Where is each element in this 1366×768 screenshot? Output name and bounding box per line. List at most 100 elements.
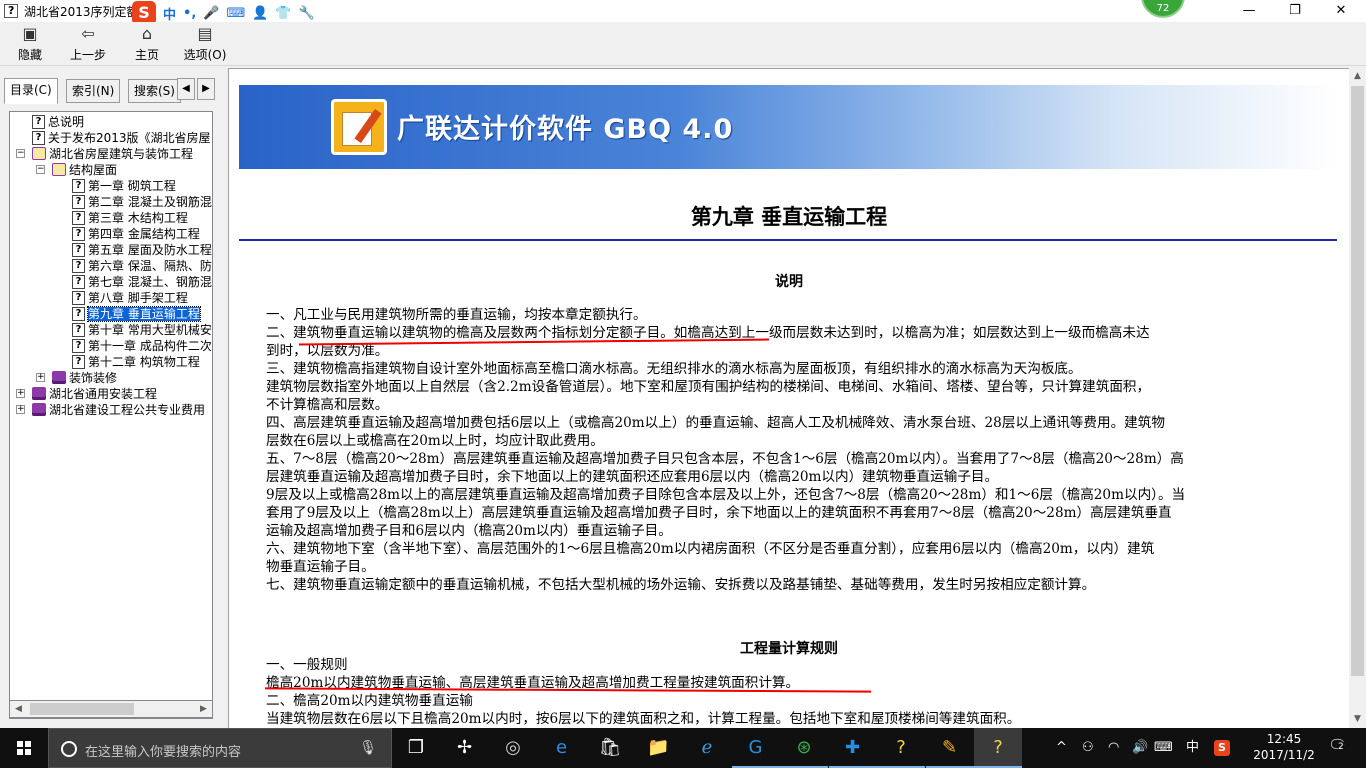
notes-icon[interactable]: ✎: [925, 728, 974, 768]
book-icon: [32, 387, 46, 400]
tree-item[interactable]: ? 总说明: [32, 114, 84, 130]
tree-item-label: 第五章 屋面及防水工程: [88, 243, 212, 257]
tree-item-label: 装饰装修: [69, 371, 118, 385]
notification-center-icon[interactable]: 🗨2: [1328, 736, 1347, 754]
wrench-icon[interactable]: 🔧: [299, 6, 315, 21]
tree-item[interactable]: ? 第九章 垂直运输工程: [72, 306, 201, 322]
keyboard-icon[interactable]: ⌨: [226, 6, 245, 21]
contents-tree[interactable]: ? 总说明? 关于发布2013版《湖北省房屋 − 湖北省房屋建筑与装饰工程 − 结构屋面? 第…: [9, 111, 213, 719]
tab-search[interactable]: 搜索(S): [128, 79, 181, 103]
minimize-button[interactable]: —: [1226, 0, 1272, 22]
hide-button[interactable]: ▣ 隐藏: [0, 24, 60, 63]
scrollbar-thumb[interactable]: [30, 703, 134, 715]
scrollbar-thumb[interactable]: [1351, 86, 1364, 676]
collapse-icon[interactable]: −: [36, 165, 45, 174]
tree-item[interactable]: ? 第十章 常用大型机械安: [72, 322, 212, 338]
edge-icon[interactable]: e: [538, 728, 586, 768]
fan-icon[interactable]: ✢: [441, 728, 489, 768]
navigation-pane: 目录(C) 索引(N) 搜索(S) ◀ ▶ ? 总说明? 关于发布2013版《湖北省…: [0, 68, 222, 726]
content-vertical-scrollbar[interactable]: ▲ ▼: [1349, 68, 1366, 728]
tree-item[interactable]: − 结构屋面: [36, 162, 117, 178]
tab-scroll-left-icon[interactable]: ◀: [177, 78, 195, 100]
tree-item[interactable]: ? 第一章 砌筑工程: [72, 178, 176, 194]
options-button[interactable]: ▤ 选项(O): [175, 24, 235, 63]
scroll-right-arrow-icon[interactable]: ▶: [195, 701, 212, 717]
expand-icon[interactable]: +: [16, 405, 25, 414]
clock[interactable]: 12:45 2017/11/2: [1244, 731, 1324, 763]
tree-item-label: 湖北省建设工程公共专业费用: [49, 403, 206, 417]
cortana-icon: [61, 741, 77, 757]
show-hidden-icons-icon[interactable]: ^: [1056, 728, 1067, 768]
help-app-icon: [4, 4, 18, 18]
plus-app-icon[interactable]: ✚: [828, 728, 877, 768]
tree-item[interactable]: ? 第十一章 成品构件二次: [72, 338, 212, 354]
tree-item[interactable]: − 湖北省房屋建筑与装饰工程: [16, 146, 193, 162]
taskbar-search[interactable]: 在这里输入你要搜索的内容 🎙: [48, 728, 392, 768]
tree-item[interactable]: + 湖北省建设工程公共专业费用: [16, 402, 206, 418]
tree-item[interactable]: + 湖北省通用安装工程: [16, 386, 157, 402]
tree-item[interactable]: + 装饰装修: [36, 370, 118, 386]
folder-icon[interactable]: 📁: [635, 728, 683, 768]
tree-item-label: 第六章 保温、隔热、防: [88, 259, 212, 273]
expand-icon[interactable]: +: [16, 389, 25, 398]
ime-mode[interactable]: 中: [163, 4, 176, 23]
open-book-icon: [32, 147, 46, 160]
ie-icon[interactable]: ℯ: [683, 728, 731, 768]
restore-button[interactable]: ❐: [1272, 0, 1318, 22]
tree-item-label: 第八章 脚手架工程: [88, 291, 188, 305]
tree-horizontal-scrollbar[interactable]: ◀ ▶: [9, 700, 213, 718]
help-page-icon: ?: [72, 323, 85, 337]
tree-item-label: 关于发布2013版《湖北省房屋: [48, 131, 211, 145]
tree-item[interactable]: ? 第三章 木结构工程: [72, 210, 188, 226]
start-button[interactable]: [0, 728, 48, 768]
help-active-icon[interactable]: ?: [974, 728, 1022, 768]
paragraph-7: 七、建筑物垂直运输定额中的垂直运输机械，不包括大型机械的场外运输、安拆费以及路基…: [266, 577, 1096, 593]
store-icon[interactable]: 🛍: [586, 728, 634, 768]
spiral-app-icon[interactable]: ◎: [489, 728, 537, 768]
expand-icon[interactable]: +: [36, 373, 45, 382]
sogou-tray-icon[interactable]: S: [1214, 740, 1230, 756]
microphone-icon[interactable]: 🎤: [203, 6, 219, 21]
collapse-icon[interactable]: −: [16, 149, 25, 158]
tree-item[interactable]: ? 第十二章 构筑物工程: [72, 354, 200, 370]
help-window: 湖北省2013序列定额 S 中 •, 🎤 ⌨ 👤 👕 🔧 72 — ❐ ✕ ▣ …: [0, 0, 1366, 728]
punctuation-icon[interactable]: •,: [183, 6, 196, 21]
tree-item[interactable]: ? 第二章 混凝土及钢筋混: [72, 194, 212, 210]
wifi-icon[interactable]: ◠: [1108, 728, 1119, 768]
help-page-icon: ?: [72, 227, 85, 241]
task-view-icon[interactable]: ❐: [392, 728, 440, 768]
tree-item[interactable]: ? 第四章 金属结构工程: [72, 226, 200, 242]
user-icon[interactable]: 👤: [252, 6, 268, 21]
book-icon: [32, 403, 46, 416]
microphone-icon[interactable]: 🎙: [359, 740, 377, 756]
home-button[interactable]: ⌂ 主页: [117, 24, 177, 63]
clock-time: 12:45: [1266, 732, 1302, 746]
help-icon[interactable]: ?: [877, 728, 925, 768]
help-page-icon: ?: [72, 275, 85, 289]
tab-contents[interactable]: 目录(C): [4, 78, 58, 104]
back-button[interactable]: ⇦ 上一步: [58, 24, 118, 63]
scroll-left-arrow-icon[interactable]: ◀: [10, 701, 27, 717]
scroll-up-arrow-icon[interactable]: ▲: [1349, 68, 1366, 85]
people-icon[interactable]: ⚇: [1082, 728, 1094, 768]
tab-scroll-right-icon[interactable]: ▶: [197, 78, 215, 100]
close-button[interactable]: ✕: [1318, 0, 1364, 22]
paragraph-1: 一、凡工业与民用建筑物所需的垂直运输，均按本章定额执行。: [266, 307, 647, 323]
tree-item[interactable]: ? 第五章 屋面及防水工程: [72, 242, 212, 258]
toolbar: ▣ 隐藏 ⇦ 上一步 ⌂ 主页 ▤ 选项(O): [0, 22, 1366, 66]
skin-icon[interactable]: 👕: [275, 6, 291, 21]
tree-item[interactable]: ? 关于发布2013版《湖北省房屋: [32, 130, 211, 146]
back-label: 上一步: [69, 48, 106, 62]
green-app-icon[interactable]: ⊛: [780, 728, 828, 768]
score-badge[interactable]: 72: [1141, 0, 1185, 18]
tab-index[interactable]: 索引(N): [66, 79, 121, 103]
tree-item[interactable]: ? 第六章 保温、隔热、防: [72, 258, 212, 274]
volume-icon[interactable]: 🔊: [1132, 728, 1148, 768]
scroll-down-arrow-icon[interactable]: ▼: [1349, 711, 1366, 728]
keyboard-icon[interactable]: ⌨: [1154, 728, 1173, 768]
ime-mode[interactable]: 中: [1186, 728, 1199, 768]
help-page-icon: ?: [72, 211, 85, 225]
glodon-icon[interactable]: G: [731, 728, 780, 768]
tree-item[interactable]: ? 第八章 脚手架工程: [72, 290, 188, 306]
tree-item[interactable]: ? 第七章 混凝土、钢筋混: [72, 274, 212, 290]
